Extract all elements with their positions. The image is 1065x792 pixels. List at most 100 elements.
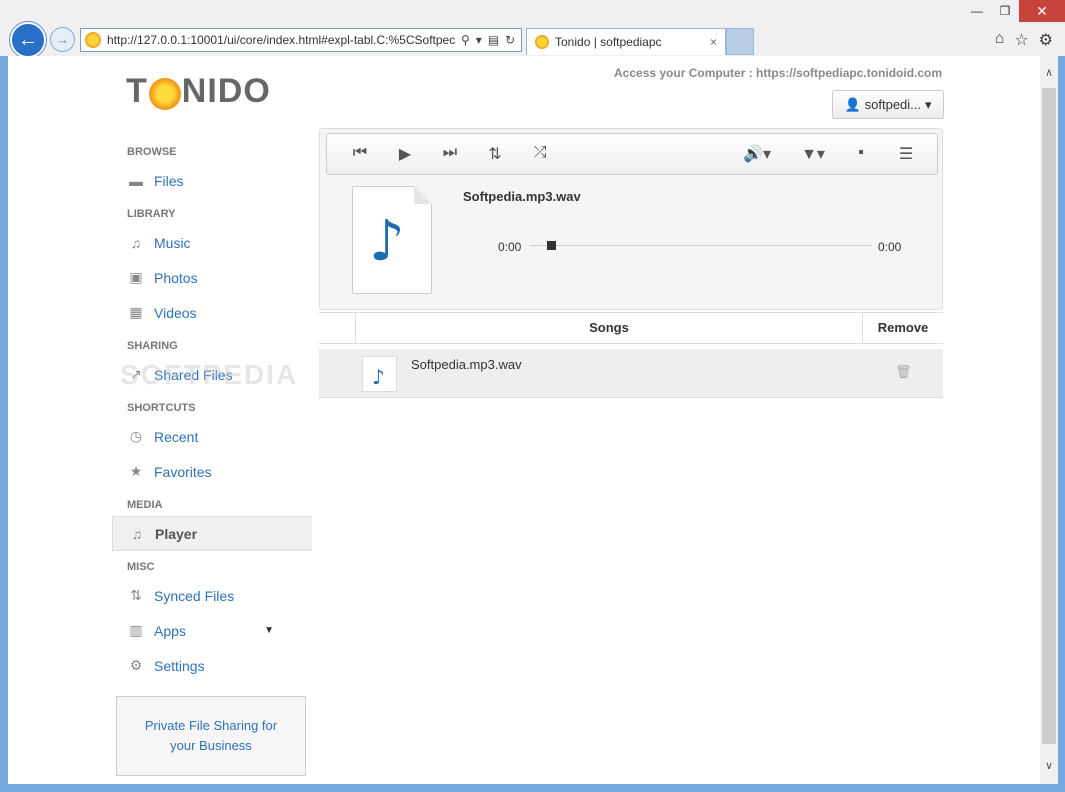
sidebar-item-favorites[interactable]: ★ Favorites xyxy=(112,454,312,489)
star-icon: ★ xyxy=(129,463,143,479)
vertical-scrollbar[interactable]: ∧ ∨ xyxy=(1040,56,1058,784)
url-text[interactable]: http://127.0.0.1:10001/ui/core/index.htm… xyxy=(107,33,457,47)
access-url-text: Access your Computer : https://softpedia… xyxy=(614,66,943,80)
tab-close-icon[interactable]: × xyxy=(710,35,717,49)
songs-table-header: Songs Remove xyxy=(319,312,943,344)
scroll-down-icon[interactable]: ∨ xyxy=(1040,759,1058,772)
address-bar[interactable]: http://127.0.0.1:10001/ui/core/index.htm… xyxy=(80,28,522,52)
repeat-icon[interactable]: ⇅ xyxy=(484,144,506,164)
forward-button[interactable]: → xyxy=(50,27,75,52)
sidebar-item-player[interactable]: ♫ Player xyxy=(112,516,312,551)
caret-down-icon[interactable]: ▼ xyxy=(264,625,274,636)
play-icon[interactable]: ▶ xyxy=(394,144,416,164)
music-note-icon: ♪ xyxy=(372,365,385,389)
section-shortcuts: SHORTCUTS xyxy=(127,402,196,414)
compat-view-icon[interactable]: ▤ xyxy=(488,33,499,47)
home-icon[interactable]: ⌂ xyxy=(995,30,1005,50)
sidebar-item-music[interactable]: ♫ Music xyxy=(112,225,312,260)
sidebar-item-label: Videos xyxy=(154,304,197,321)
maximize-button[interactable]: ❐ xyxy=(991,0,1019,22)
time-total: 0:00 xyxy=(878,240,902,254)
section-browse: BROWSE xyxy=(127,146,177,158)
star-icon[interactable]: ☆ xyxy=(1014,30,1028,50)
browser-tab[interactable]: Tonido | softpediapc × xyxy=(526,28,726,55)
sun-logo-icon xyxy=(148,77,181,110)
sidebar-item-label: Recent xyxy=(154,428,199,445)
sidebar-item-synced-files[interactable]: ⇅ Synced Files xyxy=(112,578,312,613)
tab-title: Tonido | softpediapc xyxy=(555,35,662,49)
playlist-icon[interactable]: ☰ xyxy=(895,144,917,164)
picture-icon: ▣ xyxy=(129,269,143,285)
sidebar-item-recent[interactable]: ◷ Recent xyxy=(112,419,312,454)
tonido-logo[interactable]: T NIDO xyxy=(126,72,271,111)
volume-icon[interactable]: 🔊▾ xyxy=(739,144,775,164)
section-sharing: SHARING xyxy=(127,340,178,352)
back-button[interactable]: ← xyxy=(10,22,46,58)
site-favicon-icon xyxy=(85,32,101,48)
sidebar-item-settings[interactable]: ⚙ Settings xyxy=(112,648,312,683)
user-label: softpedi... xyxy=(864,97,922,112)
section-misc: MISC xyxy=(127,561,155,573)
save-icon[interactable]: ▪ xyxy=(850,144,872,162)
song-file-thumbnail: ♪ xyxy=(362,356,397,392)
refresh-icon[interactable]: ↻ xyxy=(505,33,515,47)
browser-toolbar: — ❐ ✕ ← → http://127.0.0.1:10001/ui/core… xyxy=(0,0,1065,58)
next-track-icon[interactable]: ⏭ xyxy=(439,144,461,162)
search-icon[interactable]: ⚲ xyxy=(461,33,470,47)
address-bar-icons: ⚲ ▾ ▤ ↻ xyxy=(461,33,515,47)
tab-favicon-icon xyxy=(535,35,549,49)
dropdown-icon[interactable]: ▾ xyxy=(476,33,482,47)
logo-letter-t: T xyxy=(126,72,148,110)
sidebar-item-label: Files xyxy=(154,172,184,189)
new-tab-button[interactable] xyxy=(726,28,754,55)
sidebar-item-label: Apps xyxy=(154,622,186,639)
section-library: LIBRARY xyxy=(127,208,176,220)
seek-handle[interactable] xyxy=(547,241,556,250)
arrow-right-icon: → xyxy=(56,32,69,47)
user-menu-button[interactable]: 👤 softpedi... ▾ xyxy=(832,90,944,119)
shuffle-icon[interactable]: ⤮ xyxy=(529,144,551,162)
caret-down-icon: ▾ xyxy=(925,96,932,112)
scrollbar-thumb[interactable] xyxy=(1042,88,1056,744)
page-viewport: T NIDO Access your Computer : https://sof… xyxy=(8,56,1058,784)
sidebar-item-label: Settings xyxy=(154,657,205,674)
previous-track-icon[interactable]: ⏮ xyxy=(349,144,371,162)
promo-line-1: Private File Sharing for xyxy=(144,718,278,733)
page-fold xyxy=(414,186,432,204)
logo-letters-nido: NIDO xyxy=(181,72,271,110)
header-remove: Remove xyxy=(877,320,929,335)
sync-icon: ⇅ xyxy=(130,587,142,603)
clock-icon: ◷ xyxy=(129,428,143,444)
sidebar: BROWSE ▬ Files LIBRARY ♫ Music ▣ Photos … xyxy=(112,136,312,683)
track-thumbnail: ♪ xyxy=(352,186,432,294)
table-row[interactable]: ♪ Softpedia.mp3.wav 🗑 xyxy=(319,349,943,398)
sidebar-item-videos[interactable]: ▦ Videos xyxy=(112,295,312,330)
header-blank-column xyxy=(319,313,356,343)
arrow-left-icon: ← xyxy=(18,28,38,51)
header-songs[interactable]: Songs xyxy=(356,313,863,343)
folder-icon: ▬ xyxy=(129,172,143,189)
sidebar-item-files[interactable]: ▬ Files xyxy=(112,163,312,198)
trash-icon[interactable]: 🗑 xyxy=(895,364,912,380)
promo-line-2: your Business xyxy=(170,738,252,753)
music-note-icon: ♫ xyxy=(130,234,142,251)
filter-icon[interactable]: ▼▾ xyxy=(795,144,831,164)
sidebar-item-label: Music xyxy=(154,234,191,251)
film-icon: ▦ xyxy=(129,304,143,320)
scroll-up-icon[interactable]: ∧ xyxy=(1040,66,1058,79)
minimize-button[interactable]: — xyxy=(963,0,991,22)
watermark: SOFTPEDIA xyxy=(120,359,299,390)
player-controls: ⏮ ▶ ⏭ ⇅ ⤮ 🔊▾ ▼▾ ▪ ☰ xyxy=(326,133,938,175)
close-button[interactable]: ✕ xyxy=(1019,0,1065,22)
seek-bar[interactable] xyxy=(530,245,872,246)
track-title: Softpedia.mp3.wav xyxy=(463,189,581,204)
song-name[interactable]: Softpedia.mp3.wav xyxy=(411,357,522,372)
gear-icon[interactable]: ⚙ xyxy=(1039,30,1053,50)
sidebar-item-apps[interactable]: ▥ Apps ▼ xyxy=(112,613,312,648)
section-media: MEDIA xyxy=(127,499,163,511)
user-icon: 👤 xyxy=(844,96,861,112)
window-controls: — ❐ ✕ xyxy=(963,0,1065,22)
sidebar-item-photos[interactable]: ▣ Photos xyxy=(112,260,312,295)
sidebar-item-label: Synced Files xyxy=(154,587,235,604)
promo-box[interactable]: Private File Sharing for your Business xyxy=(116,696,306,776)
